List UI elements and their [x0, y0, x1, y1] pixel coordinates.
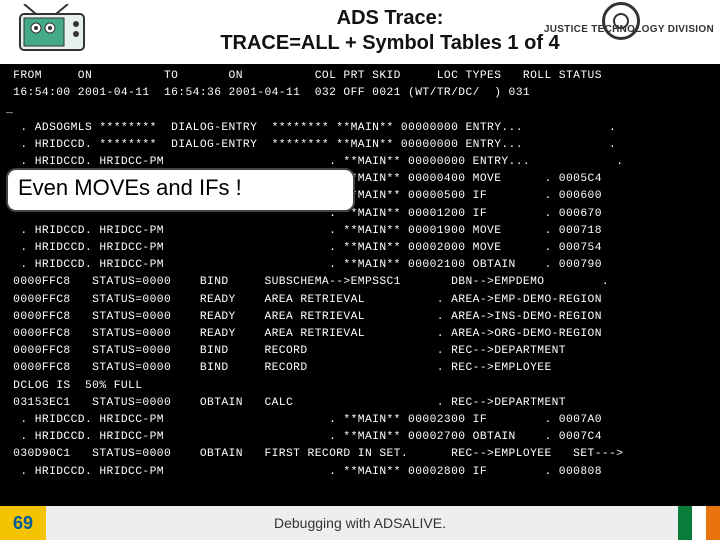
tv-logo — [6, 4, 102, 58]
footer-bar: 69 Debugging with ADSALIVE. — [0, 506, 720, 540]
title-line2: TRACE=ALL + Symbol Tables 1 of 4 — [220, 32, 559, 54]
title-line1: ADS Trace: — [337, 7, 444, 29]
flag-stripes — [678, 506, 720, 540]
callout-text: Even MOVEs and IFs ! — [18, 175, 242, 200]
terminal-output: FROM ON TO ON COL PRT SKID LOC TYPES ROL… — [0, 64, 720, 506]
division-label: JUSTICE TECHNOLOGY DIVISION — [544, 24, 714, 35]
callout-bubble: Even MOVEs and IFs ! — [6, 168, 355, 212]
slide-title: ADS Trace: TRACE=ALL + Symbol Tables 1 o… — [190, 6, 590, 56]
footer-caption: Debugging with ADSALIVE. — [0, 506, 720, 540]
